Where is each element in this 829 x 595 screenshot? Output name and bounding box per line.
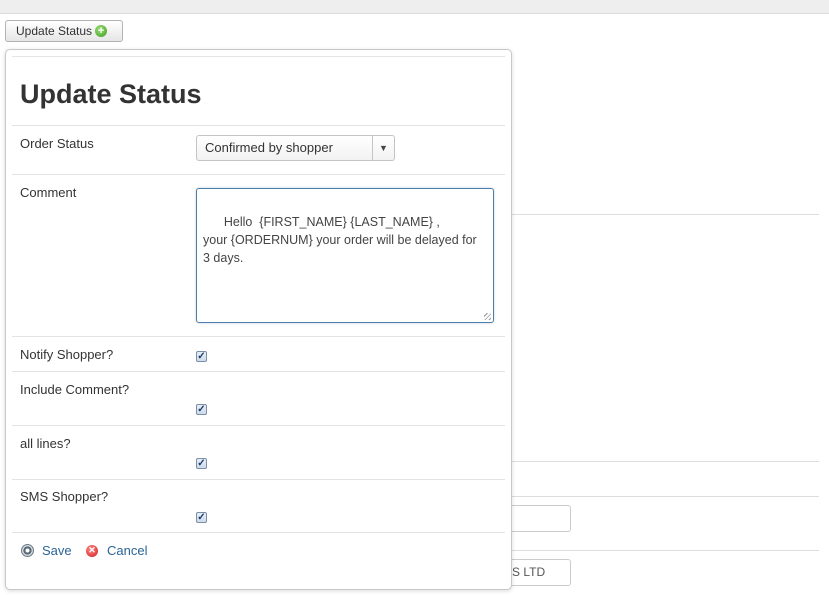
background-divider — [511, 461, 819, 462]
row-divider — [12, 174, 505, 175]
background-input[interactable]: S LTD — [510, 559, 571, 586]
include-comment-label: Include Comment? — [20, 382, 130, 397]
order-status-select[interactable]: Confirmed by shopper ▼ — [196, 135, 395, 161]
order-status-value: Confirmed by shopper — [205, 140, 333, 155]
notify-shopper-checkbox[interactable]: ✓ — [196, 351, 207, 362]
background-divider — [511, 214, 819, 215]
chevron-down-icon[interactable]: ▼ — [372, 136, 394, 160]
save-button[interactable]: Save — [21, 543, 72, 558]
row-divider — [12, 532, 505, 533]
cancel-button[interactable]: ✕ Cancel — [86, 543, 147, 558]
update-status-dialog: Update Status Order Status Confirmed by … — [5, 49, 512, 590]
all-lines-checkbox[interactable]: ✓ — [196, 458, 207, 469]
row-divider — [12, 425, 505, 426]
add-icon: + — [95, 25, 108, 37]
row-divider — [12, 479, 505, 480]
update-status-button[interactable]: Update Status + — [5, 20, 123, 42]
row-divider — [12, 371, 505, 372]
comment-text: Hello {FIRST_NAME} {LAST_NAME} , your {O… — [203, 215, 477, 265]
sms-shopper-checkbox[interactable]: ✓ — [196, 512, 207, 523]
dialog-title: Update Status — [20, 79, 202, 109]
update-status-label: Update Status — [16, 24, 93, 38]
comment-label: Comment — [20, 185, 77, 200]
dialog-body: Update Status Order Status Confirmed by … — [12, 56, 505, 589]
background-divider — [511, 496, 819, 497]
sms-shopper-label: SMS Shopper? — [20, 489, 109, 504]
all-lines-label: all lines? — [20, 436, 71, 451]
save-label: Save — [42, 543, 72, 558]
background-input-text: S LTD — [512, 565, 546, 579]
comment-textarea[interactable]: Hello {FIRST_NAME} {LAST_NAME} , your {O… — [196, 188, 494, 323]
row-divider — [12, 336, 505, 337]
background-divider — [511, 550, 819, 551]
save-icon — [21, 544, 34, 557]
top-bar — [0, 0, 829, 14]
order-status-label: Order Status — [20, 136, 94, 151]
cancel-label: Cancel — [107, 543, 148, 558]
cancel-icon: ✕ — [86, 544, 98, 557]
resize-handle[interactable] — [484, 313, 491, 320]
row-divider — [12, 125, 505, 126]
notify-shopper-label: Notify Shopper? — [20, 347, 114, 362]
background-input[interactable] — [510, 505, 571, 532]
include-comment-checkbox[interactable]: ✓ — [196, 404, 207, 415]
